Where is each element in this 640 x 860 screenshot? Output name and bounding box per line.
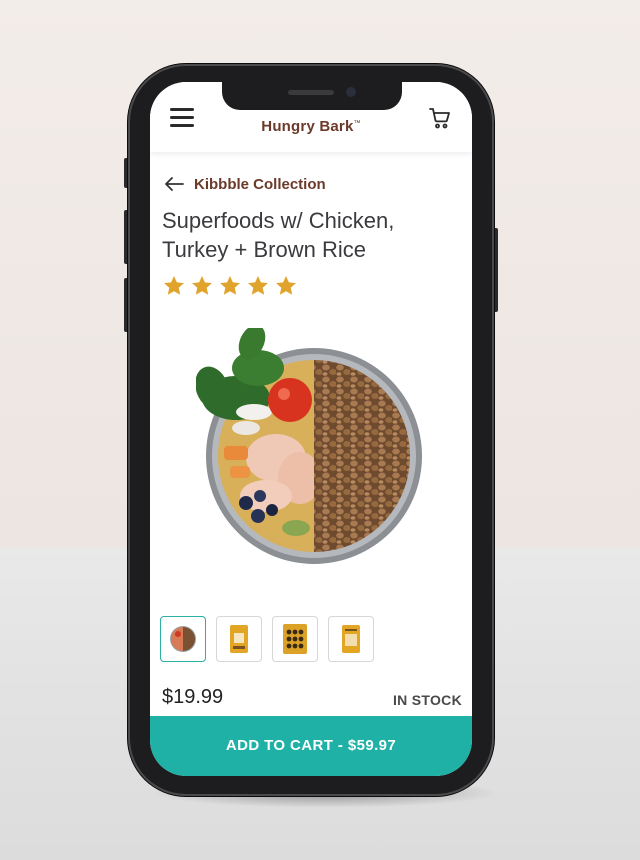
product-title-line-2: Turkey + Brown Rice xyxy=(162,237,366,262)
brand-trademark: ™ xyxy=(353,120,361,127)
star-icon xyxy=(192,276,212,295)
breadcrumb-label: Kibbble Collection xyxy=(194,175,326,193)
product-title: Superfoods w/ Chicken, Turkey + Brown Ri… xyxy=(162,206,462,264)
product-hero-image[interactable] xyxy=(195,324,432,568)
rating-stars xyxy=(162,274,298,298)
product-price: $19.99 xyxy=(162,686,224,708)
brand-logo[interactable]: Hungry Bark™ xyxy=(150,118,472,135)
shopping-cart-icon[interactable] xyxy=(428,106,452,130)
phone-notch xyxy=(222,82,402,110)
breadcrumb-back-link[interactable]: Kibbble Collection xyxy=(164,172,326,196)
star-icon xyxy=(164,276,184,295)
front-camera xyxy=(346,87,356,97)
star-icon xyxy=(276,276,296,295)
thumbnail-bag-front[interactable] xyxy=(216,616,262,662)
product-title-line-1: Superfoods w/ Chicken, xyxy=(162,208,395,233)
thumbnail-bag-back[interactable] xyxy=(328,616,374,662)
star-icon xyxy=(248,276,268,295)
add-to-cart-button[interactable]: ADD TO CART - $59.97 xyxy=(150,716,472,776)
thumbnail-food-bowl[interactable] xyxy=(160,616,206,662)
arrow-left-icon xyxy=(165,177,184,191)
earpiece-speaker xyxy=(288,90,334,95)
thumbnail-strip xyxy=(160,616,374,662)
brand-name: Hungry Bark xyxy=(261,118,354,135)
star-icon xyxy=(220,276,240,295)
phone-screen: Hungry Bark™ Kibbble Collection Superfoo… xyxy=(150,82,472,776)
stock-status: IN STOCK xyxy=(392,692,462,708)
thumbnail-nutrition-panel[interactable] xyxy=(272,616,318,662)
